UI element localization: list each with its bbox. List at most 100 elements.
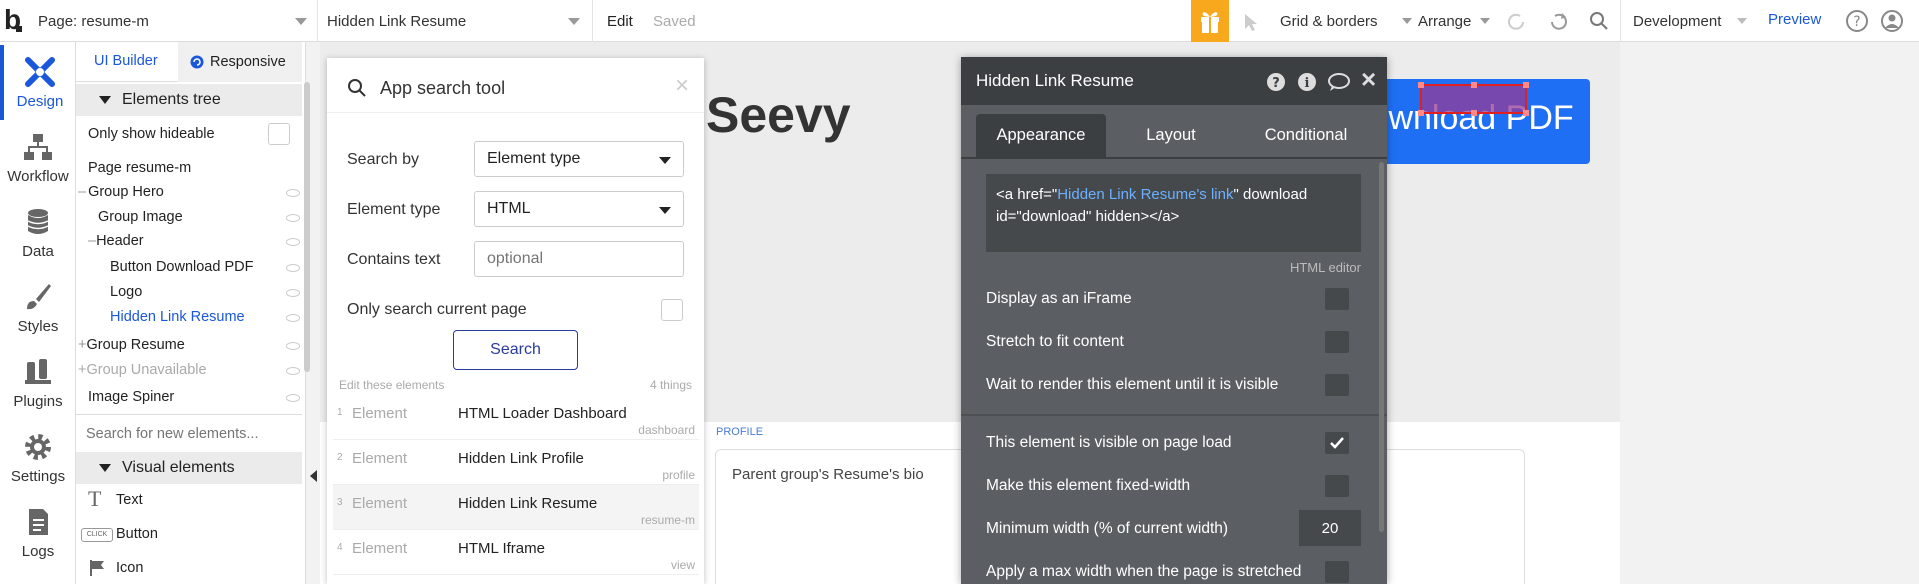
search-result-row[interactable]: 2 Element Hidden Link Profile profile xyxy=(333,440,699,485)
tab-conditional[interactable]: Conditional xyxy=(1236,114,1376,157)
visible-on-load-checkbox[interactable] xyxy=(1325,432,1349,454)
grid-borders-menu[interactable]: Grid & borders xyxy=(1272,0,1422,42)
tab-appearance[interactable]: Appearance xyxy=(976,114,1106,157)
elements-tree-header[interactable]: Elements tree xyxy=(76,84,302,116)
panel-scrollbar[interactable] xyxy=(1379,162,1384,532)
search-result-row-selected[interactable]: 3 Element Hidden Link Resume resume-m xyxy=(333,485,699,530)
search-button[interactable]: Search xyxy=(453,330,578,370)
resize-handle[interactable] xyxy=(1471,82,1477,88)
option-label: Minimum width (% of current width) xyxy=(986,520,1229,537)
eye-icon[interactable] xyxy=(286,214,300,222)
only-hideable-checkbox[interactable] xyxy=(268,123,290,145)
fixed-width-checkbox[interactable] xyxy=(1325,475,1349,497)
account-icon[interactable] xyxy=(1880,9,1904,33)
tab-layout[interactable]: Layout xyxy=(1106,114,1236,157)
element-type-value: HTML xyxy=(487,200,531,217)
search-icon[interactable] xyxy=(1589,11,1609,31)
selected-element-hidden-link-resume[interactable] xyxy=(1418,82,1529,116)
gift-icon xyxy=(1201,12,1219,33)
resize-handle[interactable] xyxy=(1418,82,1424,88)
html-editor-link[interactable]: HTML editor xyxy=(1290,260,1361,275)
resize-handle[interactable] xyxy=(1471,110,1477,116)
tree-item[interactable]: Logo xyxy=(110,284,336,300)
tree-item[interactable]: +Group Resume xyxy=(78,337,304,353)
edit-button[interactable]: Edit xyxy=(607,13,633,30)
only-current-page-checkbox[interactable] xyxy=(661,299,683,321)
eye-icon[interactable] xyxy=(286,289,300,297)
close-icon[interactable]: × xyxy=(675,72,689,100)
tree-item[interactable]: Group Image xyxy=(98,209,324,225)
search-result-row[interactable]: 1 Element HTML Loader Dashboard dashboar… xyxy=(333,395,699,440)
tab-responsive[interactable]: Responsive xyxy=(178,42,302,82)
chevron-down-icon xyxy=(1737,18,1747,24)
option-label: Apply a max width when the page is stret… xyxy=(986,563,1302,580)
search-button-label: Search xyxy=(490,341,541,358)
resize-handle[interactable] xyxy=(1523,110,1529,116)
panel-scrollbar[interactable] xyxy=(304,82,310,372)
nav-data[interactable]: Data xyxy=(0,195,76,270)
min-width-input[interactable]: 20 xyxy=(1299,510,1361,546)
property-editor-header[interactable]: Hidden Link Resume ? i × xyxy=(961,57,1387,105)
help-icon[interactable]: ? xyxy=(1845,9,1869,33)
max-width-checkbox[interactable] xyxy=(1325,561,1349,583)
tree-item-selected[interactable]: Hidden Link Resume xyxy=(110,309,336,325)
html-code-text: <a href=" xyxy=(996,186,1058,203)
text-icon: T xyxy=(88,486,102,511)
nav-styles[interactable]: Styles xyxy=(0,270,76,345)
close-icon[interactable]: × xyxy=(1361,64,1376,95)
eye-icon[interactable] xyxy=(286,314,300,322)
stretch-content-checkbox[interactable] xyxy=(1325,331,1349,353)
help-icon[interactable]: ? xyxy=(1266,72,1286,92)
undo-icon[interactable] xyxy=(1505,10,1527,32)
wait-render-checkbox[interactable] xyxy=(1325,374,1349,396)
dynamic-expression[interactable]: Hidden Link Resume's link xyxy=(1057,186,1233,203)
resize-handle[interactable] xyxy=(1418,110,1424,116)
tab-layout-label: Layout xyxy=(1146,126,1196,144)
gift-button[interactable] xyxy=(1191,0,1229,42)
search-by-select[interactable]: Element type xyxy=(474,141,684,177)
environment-selector[interactable]: Development xyxy=(1620,0,1780,42)
eye-icon[interactable] xyxy=(286,264,300,272)
eye-icon[interactable] xyxy=(286,342,300,350)
tree-item[interactable]: +Group Unavailable xyxy=(78,362,304,378)
resize-handle[interactable] xyxy=(1523,82,1529,88)
nav-design[interactable]: Design xyxy=(0,45,76,120)
nav-workflow[interactable]: Workflow xyxy=(0,120,76,195)
eye-icon[interactable] xyxy=(286,189,300,197)
collapse-panel-button[interactable] xyxy=(306,460,320,490)
tree-item[interactable]: Button Download PDF xyxy=(110,259,336,275)
arrange-menu[interactable]: Arrange xyxy=(1412,0,1500,42)
svg-text:i: i xyxy=(1305,76,1310,91)
visual-elements-header[interactable]: Visual elements xyxy=(76,452,302,484)
search-elements-input[interactable] xyxy=(86,420,296,448)
nav-logs[interactable]: Logs xyxy=(0,495,76,570)
tab-ui-builder[interactable]: UI Builder xyxy=(94,53,158,69)
cursor-icon[interactable] xyxy=(1242,12,1262,32)
tree-item[interactable]: – Group Hero xyxy=(78,184,304,200)
element-selector-label: Hidden Link Resume xyxy=(327,12,467,30)
html-editor-field[interactable]: <a href="Hidden Link Resume's link" down… xyxy=(986,174,1361,252)
chevron-down-icon xyxy=(659,207,671,214)
eye-icon[interactable] xyxy=(286,367,300,375)
display-iframe-checkbox[interactable] xyxy=(1325,288,1349,310)
tree-item[interactable]: –Header xyxy=(88,233,314,249)
eye-icon[interactable] xyxy=(286,238,300,246)
property-editor: Hidden Link Resume ? i × Appearance Layo… xyxy=(961,57,1387,584)
element-selector[interactable]: Hidden Link Resume xyxy=(318,0,593,42)
nav-plugins[interactable]: Plugins xyxy=(0,345,76,420)
preview-link[interactable]: Preview xyxy=(1768,11,1821,28)
chevron-down-icon xyxy=(1402,18,1412,24)
builder-tabs: UI Builder Responsive xyxy=(76,42,302,82)
contains-text-input[interactable] xyxy=(474,241,684,277)
info-icon[interactable]: i xyxy=(1297,72,1317,92)
nav-settings[interactable]: Settings xyxy=(0,420,76,495)
element-type-select[interactable]: HTML xyxy=(474,191,684,227)
tree-item[interactable]: Page resume-m xyxy=(88,160,314,176)
search-result-row[interactable]: 4 Element HTML Iframe view xyxy=(333,530,699,575)
redo-icon[interactable] xyxy=(1548,10,1570,32)
eye-icon[interactable] xyxy=(286,394,300,402)
tree-item[interactable]: Image Spiner xyxy=(88,389,314,405)
property-editor-title: Hidden Link Resume xyxy=(976,71,1134,90)
page-selector[interactable]: b Page: resume-m xyxy=(0,0,318,42)
comment-icon[interactable] xyxy=(1327,72,1351,92)
